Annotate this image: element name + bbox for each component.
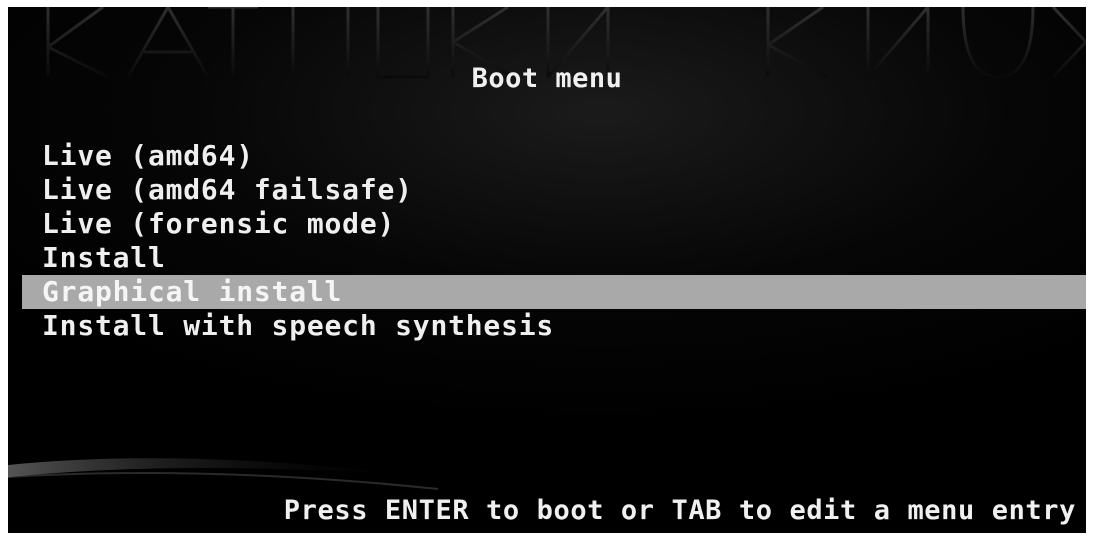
- menu-item-install[interactable]: Install: [8, 241, 1086, 275]
- boot-menu-list: Live (amd64) Live (amd64 failsafe) Live …: [8, 139, 1086, 343]
- boot-menu-title: Boot menu: [471, 63, 623, 94]
- menu-item-graphical-install[interactable]: Graphical install: [22, 275, 1086, 309]
- menu-item-live-amd64-failsafe[interactable]: Live (amd64 failsafe): [8, 173, 1086, 207]
- boot-screen: Boot menu Live (amd64) Live (amd64 fails…: [8, 7, 1086, 533]
- menu-item-live-forensic-mode[interactable]: Live (forensic mode): [8, 207, 1086, 241]
- boot-help-hint: Press ENTER to boot or TAB to edit a men…: [283, 495, 1076, 526]
- menu-item-install-speech-synthesis[interactable]: Install with speech synthesis: [8, 309, 1086, 343]
- menu-item-live-amd64[interactable]: Live (amd64): [8, 139, 1086, 173]
